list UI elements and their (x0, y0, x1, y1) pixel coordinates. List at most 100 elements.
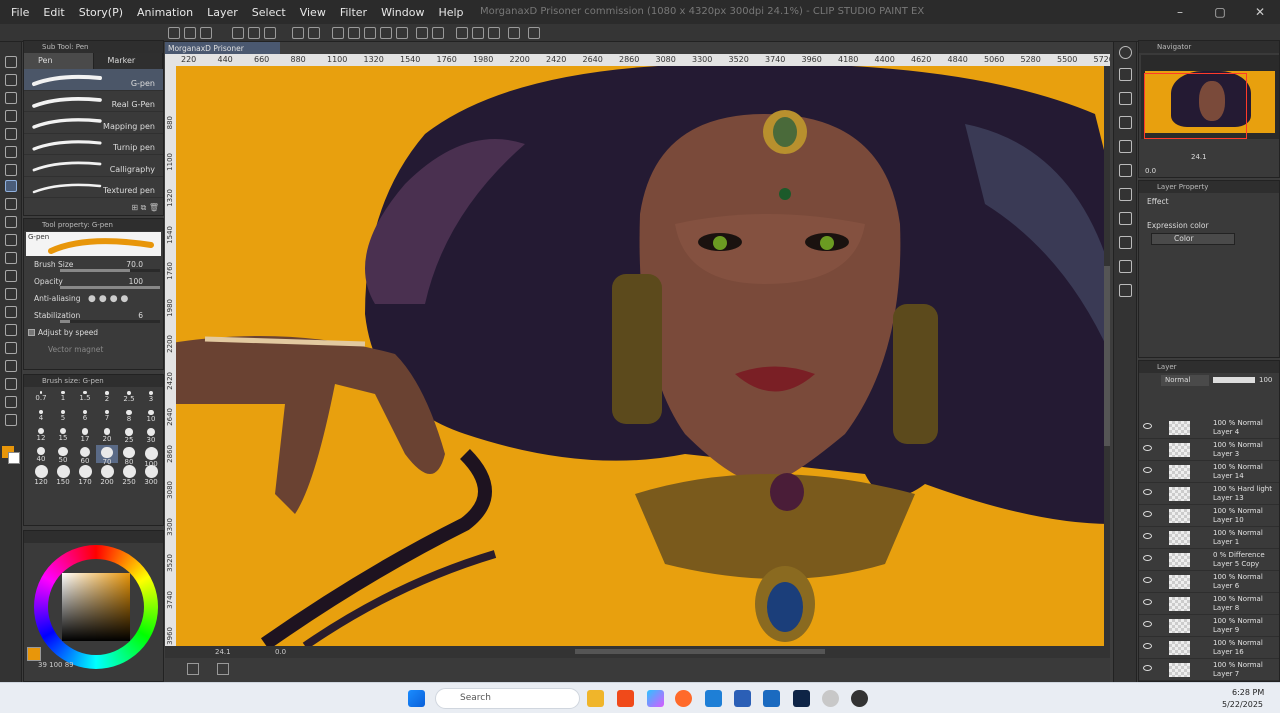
brush-size-option[interactable]: 20 (96, 426, 118, 445)
frame-tool-icon[interactable] (5, 342, 17, 354)
search-layer-tab-icon[interactable] (1119, 164, 1132, 177)
brush-size-option[interactable]: 50 (52, 445, 74, 464)
tab-pen[interactable]: Pen (24, 53, 94, 69)
menu-layer[interactable]: Layer (207, 6, 238, 19)
deselect-icon[interactable] (396, 27, 408, 39)
help-icon[interactable] (528, 27, 540, 39)
fill-icon[interactable] (364, 27, 376, 39)
brush-size-option[interactable]: 150 (52, 463, 74, 486)
layer-row[interactable]: 100 % Normal Layer 6 (1139, 571, 1279, 593)
export-icon[interactable] (248, 27, 260, 39)
eye-icon[interactable] (1143, 445, 1152, 451)
lasso-tool-icon[interactable] (5, 74, 17, 86)
layer-property-tab-icon[interactable] (1119, 140, 1132, 153)
eye-icon[interactable] (1143, 621, 1152, 627)
eyedropper-tool-icon[interactable] (5, 164, 17, 176)
brush-item[interactable]: Calligraphy (24, 155, 163, 177)
correct-line-tool-icon[interactable] (5, 414, 17, 426)
taskbar-date[interactable]: 5/22/2025 (1222, 700, 1263, 709)
info-tab-icon[interactable] (1119, 116, 1132, 129)
brush-size-option[interactable]: 25 (118, 426, 140, 445)
adjust-speed-row[interactable]: Adjust by speed (24, 325, 163, 342)
eye-icon[interactable] (1143, 511, 1152, 517)
crop-icon[interactable] (416, 27, 428, 39)
eye-icon[interactable] (1143, 423, 1152, 429)
windows-start-icon[interactable] (408, 690, 425, 707)
layer-row[interactable]: 100 % Hard light Layer 13 (1139, 483, 1279, 505)
taskbar-search-box[interactable]: Search (435, 688, 580, 709)
subtool-actions[interactable]: ⊞ ⧉ 🗑 (131, 203, 159, 213)
brush-size-option[interactable]: 170 (74, 463, 96, 486)
canvas-zoom-value[interactable]: 24.1 (215, 648, 231, 656)
timeline-icon[interactable] (187, 663, 199, 675)
brush-size-option[interactable]: 2.5 (118, 389, 140, 408)
gradient-tool-icon[interactable] (5, 306, 17, 318)
brush-size-option[interactable]: 30 (140, 426, 162, 445)
menu-window[interactable]: Window (381, 6, 424, 19)
brush-size-option[interactable]: 120 (30, 463, 52, 486)
brush-size-value[interactable]: 70.0 (126, 260, 143, 269)
help-app-icon[interactable] (851, 690, 868, 707)
stabilization-value[interactable]: 6 (138, 311, 143, 320)
brush-size-option[interactable]: 1.5 (74, 389, 96, 408)
grid-icon[interactable] (488, 27, 500, 39)
stabilization-row[interactable]: Stabilization 6 (24, 308, 163, 325)
sub-view-tab-icon[interactable] (1119, 92, 1132, 105)
eye-icon[interactable] (1143, 533, 1152, 539)
open-icon[interactable] (200, 27, 212, 39)
menu-icon[interactable] (168, 27, 180, 39)
snap-icon[interactable] (472, 27, 484, 39)
copilot-icon[interactable] (647, 690, 664, 707)
layer-row[interactable]: 0 % Difference Layer 5 Copy (1139, 549, 1279, 571)
brush-size-option[interactable]: 200 (96, 463, 118, 486)
eraser-icon[interactable] (5, 252, 17, 264)
zoom-tool-icon[interactable] (5, 56, 17, 68)
canvas-area[interactable] (165, 54, 1110, 646)
tab-marker[interactable]: Marker (93, 53, 163, 69)
adjust-speed-checkbox[interactable] (28, 329, 35, 336)
color-square[interactable] (62, 573, 130, 641)
brush-size-option[interactable]: 300 (140, 463, 162, 486)
navigator-tab-icon[interactable] (1119, 68, 1132, 81)
brush-size-option[interactable]: 8 (118, 408, 140, 427)
store-icon[interactable] (763, 690, 780, 707)
undo-icon[interactable] (292, 27, 304, 39)
layer-row[interactable]: 100 % Normal Layer 3 (1139, 439, 1279, 461)
sparkle-tool-icon[interactable] (5, 146, 17, 158)
menu-view[interactable]: View (300, 6, 326, 19)
invert-selection-icon[interactable] (432, 27, 444, 39)
canvas-rotation-value[interactable]: 0.0 (275, 648, 286, 656)
brush-size-option[interactable]: 17 (74, 426, 96, 445)
eye-icon[interactable] (1143, 555, 1152, 561)
brush-item[interactable]: G-pen (24, 69, 163, 91)
eye-icon[interactable] (1143, 599, 1152, 605)
navigator-preview[interactable] (1141, 55, 1279, 139)
word-icon[interactable] (734, 690, 751, 707)
new-icon[interactable] (184, 27, 196, 39)
sub-color-swatch[interactable] (8, 452, 20, 464)
menu-select[interactable]: Select (252, 6, 286, 19)
navigator-rotation[interactable]: 0.0 (1145, 167, 1156, 175)
eye-icon[interactable] (1143, 665, 1152, 671)
menu-animation[interactable]: Animation (137, 6, 193, 19)
minimize-icon[interactable]: – (1160, 0, 1200, 24)
layer-row[interactable]: 100 % Normal Layer 8 (1139, 593, 1279, 615)
layer-row[interactable]: 100 % Normal Layer 4 (1139, 417, 1279, 439)
stabilization-slider[interactable] (60, 320, 160, 323)
layer-row[interactable]: 100 % Normal Layer 16 (1139, 637, 1279, 659)
antialiasing-options[interactable]: ●●●● (88, 294, 131, 304)
brush-size-option[interactable]: 60 (74, 445, 96, 465)
settings-icon[interactable] (332, 27, 344, 39)
eraser-tool-icon[interactable] (5, 128, 17, 140)
brush-size-option[interactable]: 100 (140, 445, 162, 468)
vector-magnet-row[interactable]: Vector magnet (24, 342, 163, 359)
menu-filter[interactable]: Filter (340, 6, 367, 19)
brush-size-option[interactable]: 12 (30, 426, 52, 445)
brush-size-option[interactable]: 6 (74, 408, 96, 427)
ruler-icon[interactable] (456, 27, 468, 39)
taskbar-time[interactable]: 6:28 PM (1232, 688, 1264, 697)
brush-tool-icon[interactable] (5, 216, 17, 228)
pen-tool-icon[interactable] (5, 180, 17, 192)
animation-icon[interactable] (217, 663, 229, 675)
brush-size-option[interactable]: 80 (118, 445, 140, 466)
